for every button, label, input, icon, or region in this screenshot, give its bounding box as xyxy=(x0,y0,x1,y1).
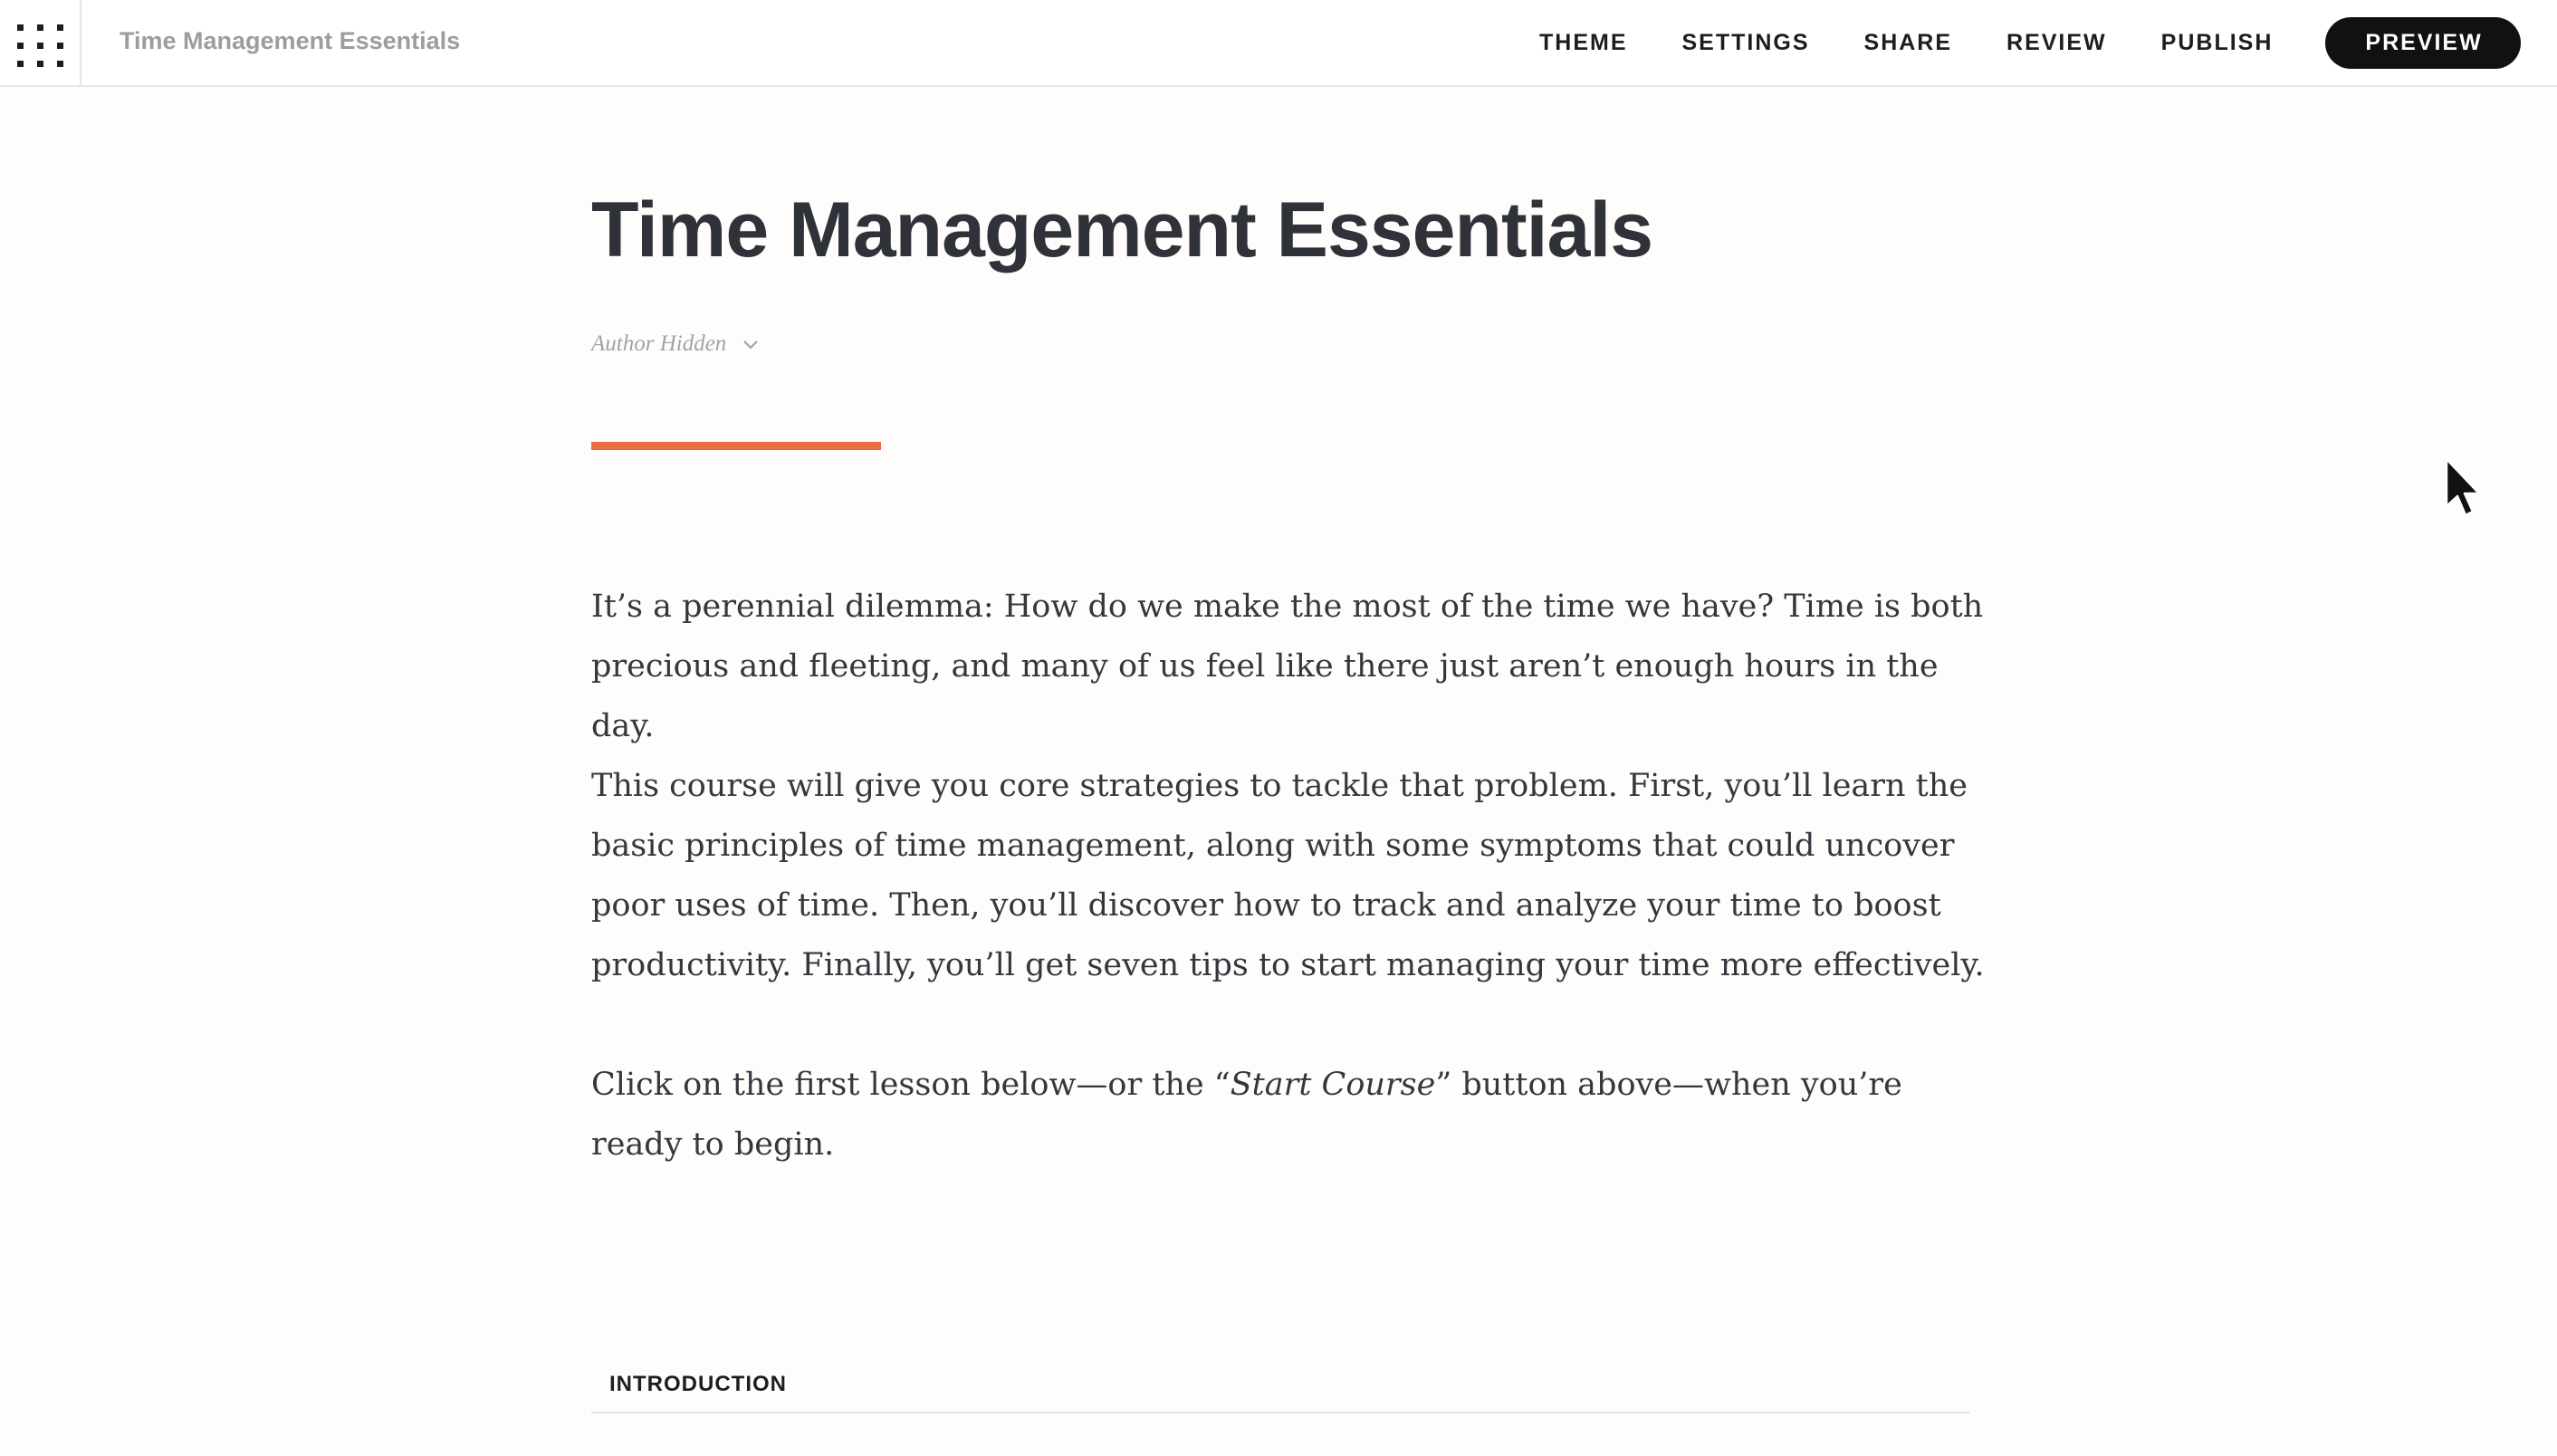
nav-publish[interactable]: PUBLISH xyxy=(2161,30,2274,56)
description-paragraph-1[interactable]: It’s a perennial dilemma: How do we make… xyxy=(591,577,1986,756)
title-accent-bar xyxy=(591,442,881,450)
apps-menu-button[interactable] xyxy=(0,0,81,85)
preview-button[interactable]: PREVIEW xyxy=(2325,16,2521,69)
top-nav: THEME SETTINGS SHARE REVIEW PUBLISH PREV… xyxy=(1539,0,2521,85)
author-label: Author Hidden xyxy=(591,331,727,356)
description-paragraph-3[interactable]: Click on the first lesson below—or the “… xyxy=(591,1055,1986,1174)
description-paragraph-2[interactable]: This course will give you core strategie… xyxy=(591,756,1986,995)
p3-text-start: Click on the first lesson below—or the “ xyxy=(591,1067,1231,1103)
nav-settings[interactable]: SETTINGS xyxy=(1682,30,1810,56)
course-name-link[interactable]: Time Management Essentials xyxy=(120,27,460,55)
section-divider xyxy=(591,1412,1970,1413)
start-course-emphasis: Start Course xyxy=(1230,1067,1436,1103)
course-title[interactable]: Time Management Essentials xyxy=(591,186,1653,275)
top-bar: Time Management Essentials THEME SETTING… xyxy=(0,0,2557,87)
grid-menu-icon xyxy=(17,24,63,67)
nav-review[interactable]: REVIEW xyxy=(2006,30,2107,56)
mouse-pointer-icon xyxy=(2445,457,2485,525)
nav-theme[interactable]: THEME xyxy=(1539,30,1628,56)
nav-share[interactable]: SHARE xyxy=(1864,30,1953,56)
chevron-down-icon xyxy=(742,331,759,357)
section-heading-introduction[interactable]: INTRODUCTION xyxy=(609,1372,787,1397)
author-dropdown[interactable]: Author Hidden xyxy=(591,331,759,357)
